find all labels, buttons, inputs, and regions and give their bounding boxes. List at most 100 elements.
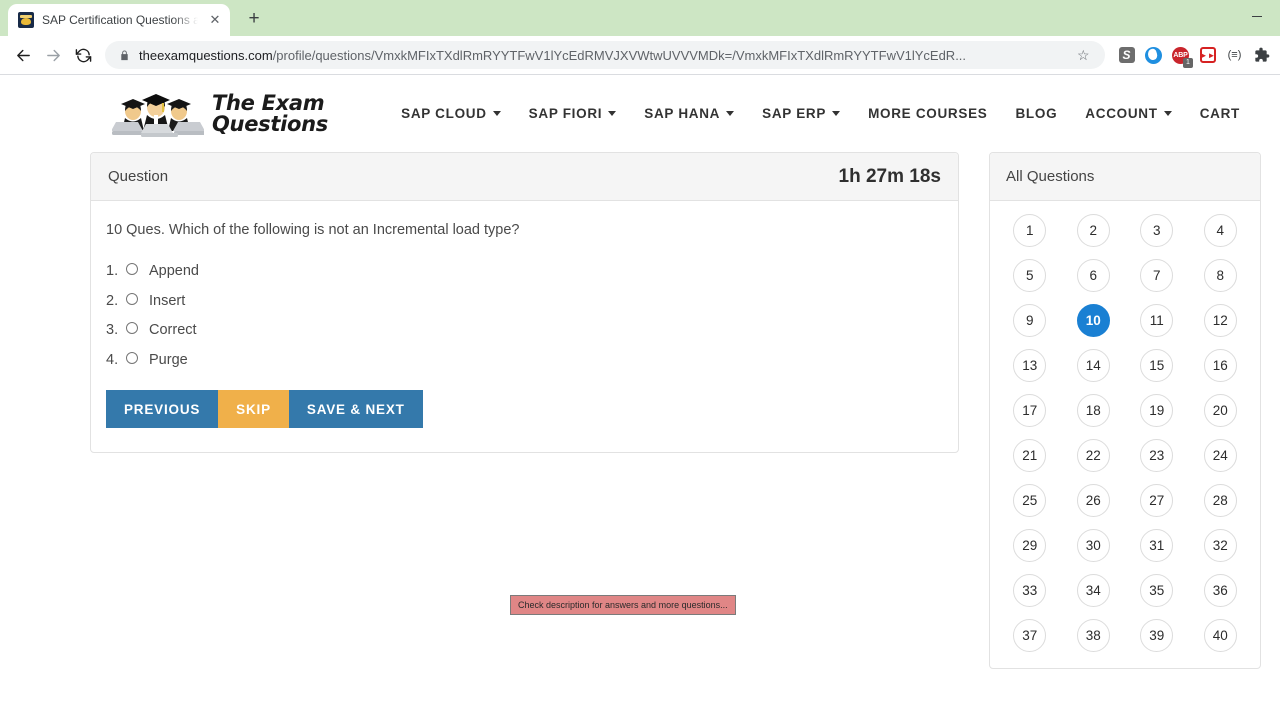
question-number-6[interactable]: 6 [1076, 259, 1110, 292]
bookmark-star-icon[interactable]: ☆ [1077, 47, 1093, 64]
skip-button[interactable]: SKIP [218, 390, 289, 428]
previous-button[interactable]: PREVIOUS [106, 390, 219, 428]
answer-option-2[interactable]: 2. Insert [106, 292, 941, 309]
chevron-down-icon [832, 111, 841, 116]
url-text: theexamquestions.com/profile/questions/V… [139, 48, 1068, 63]
question-number-32[interactable]: 32 [1203, 529, 1237, 562]
fast-forward-extension-icon[interactable]: ►► [1198, 46, 1217, 65]
chevron-down-icon [608, 111, 617, 116]
question-number-21[interactable]: 21 [1013, 439, 1047, 472]
question-number-40[interactable]: 40 [1203, 619, 1237, 652]
question-number-19[interactable]: 19 [1140, 394, 1174, 427]
main-navigation: SAP CLOUD SAP FIORI SAP HANA SAP ERP MOR… [401, 106, 1240, 121]
option-number: 4. [106, 351, 119, 368]
site-logo[interactable]: The Exam Questions [112, 91, 328, 137]
question-number-26[interactable]: 26 [1076, 484, 1110, 517]
radio-button-icon[interactable] [126, 351, 138, 364]
question-number-36[interactable]: 36 [1203, 574, 1237, 607]
question-number-4[interactable]: 4 [1203, 214, 1237, 247]
back-icon[interactable] [9, 41, 37, 69]
question-number-5[interactable]: 5 [1013, 259, 1047, 292]
page-content: The Exam Questions SAP CLOUD SAP FIORI S… [0, 75, 1280, 720]
url-domain: theexamquestions.com [139, 47, 273, 63]
minimize-button[interactable] [1234, 0, 1280, 32]
question-number-25[interactable]: 25 [1013, 484, 1047, 517]
question-number-30[interactable]: 30 [1076, 529, 1110, 562]
question-number-33[interactable]: 33 [1013, 574, 1047, 607]
question-number-27[interactable]: 27 [1140, 484, 1174, 517]
globe-extension-icon[interactable] [1144, 46, 1163, 65]
extensions-puzzle-icon[interactable] [1252, 46, 1271, 65]
nav-item-blog[interactable]: BLOG [1015, 106, 1057, 121]
question-number-11[interactable]: 11 [1140, 304, 1174, 337]
close-icon[interactable]: ✕ [206, 11, 224, 29]
extensions-area: S ABP 1 ►► (≡) [1113, 46, 1271, 68]
browser-window: SAP Certification Questions and C ✕ + th… [0, 0, 1280, 720]
nav-item-sap-cloud[interactable]: SAP CLOUD [401, 106, 501, 121]
nav-item-sap-fiori[interactable]: SAP FIORI [529, 106, 617, 121]
site-header: The Exam Questions SAP CLOUD SAP FIORI S… [0, 75, 1280, 152]
option-label: Insert [149, 292, 186, 309]
question-number-1[interactable]: 1 [1013, 214, 1047, 247]
nav-item-more-courses[interactable]: MORE COURSES [868, 106, 987, 121]
question-number-38[interactable]: 38 [1076, 619, 1110, 652]
menu-extension-icon[interactable]: (≡) [1225, 46, 1244, 65]
question-number-22[interactable]: 22 [1076, 439, 1110, 472]
question-number-7[interactable]: 7 [1140, 259, 1174, 292]
url-path: /profile/questions/VmxkMFIxTXdlRmRYYTFwV… [272, 47, 967, 63]
forward-icon[interactable] [39, 41, 67, 69]
logo-line-2: Questions [212, 111, 328, 136]
question-number-24[interactable]: 24 [1203, 439, 1237, 472]
question-number-39[interactable]: 39 [1140, 619, 1174, 652]
new-tab-button[interactable]: + [240, 5, 268, 33]
question-number-8[interactable]: 8 [1203, 259, 1237, 292]
radio-button-icon[interactable] [126, 322, 138, 334]
toast-message: Check description for answers and more q… [510, 595, 736, 615]
question-number-9[interactable]: 9 [1013, 304, 1047, 337]
nav-label: SAP HANA [644, 106, 721, 121]
reload-icon[interactable] [69, 41, 97, 69]
question-number-35[interactable]: 35 [1140, 574, 1174, 607]
adblock-plus-icon[interactable]: ABP 1 [1171, 46, 1193, 68]
question-number-2[interactable]: 2 [1076, 214, 1110, 247]
question-card: Question 1h 27m 18s 10 Ques. Which of th… [90, 152, 959, 453]
nav-item-account[interactable]: ACCOUNT [1085, 106, 1172, 121]
option-number: 1. [106, 263, 119, 279]
question-number-12[interactable]: 12 [1203, 304, 1237, 337]
address-bar[interactable]: theexamquestions.com/profile/questions/V… [105, 41, 1105, 69]
question-number-13[interactable]: 13 [1013, 349, 1047, 382]
question-text: 10 Ques. Which of the following is not a… [106, 222, 520, 238]
nav-item-cart[interactable]: CART [1200, 106, 1240, 121]
question-number-10[interactable]: 10 [1076, 304, 1110, 337]
s-extension-icon[interactable]: S [1117, 46, 1136, 65]
radio-button-icon[interactable] [126, 263, 138, 275]
question-number-34[interactable]: 34 [1076, 574, 1110, 607]
answer-option-3[interactable]: 3. Correct [106, 322, 941, 338]
question-number-15[interactable]: 15 [1140, 349, 1174, 382]
answer-option-1[interactable]: 1. Append [106, 263, 941, 279]
question-number-3[interactable]: 3 [1140, 214, 1174, 247]
radio-button-icon[interactable] [126, 292, 138, 305]
question-number-29[interactable]: 29 [1013, 529, 1047, 562]
question-number-23[interactable]: 23 [1140, 439, 1174, 472]
question-number-20[interactable]: 20 [1203, 394, 1237, 427]
question-number-28[interactable]: 28 [1203, 484, 1237, 517]
nav-label: BLOG [1015, 106, 1058, 121]
adblock-badge: 1 [1183, 57, 1193, 68]
save-and-next-button[interactable]: SAVE & NEXT [288, 390, 423, 428]
answer-option-4[interactable]: 4. Purge [106, 351, 941, 368]
question-number-37[interactable]: 37 [1013, 619, 1047, 652]
question-number-16[interactable]: 16 [1203, 349, 1237, 382]
exam-questions-favicon [18, 12, 34, 28]
option-label: Purge [149, 351, 188, 368]
question-number-17[interactable]: 17 [1013, 394, 1047, 427]
browser-tab[interactable]: SAP Certification Questions and C ✕ [8, 4, 230, 36]
tab-strip: SAP Certification Questions and C ✕ + [0, 0, 1280, 36]
question-number-31[interactable]: 31 [1140, 529, 1174, 562]
nav-item-sap-hana[interactable]: SAP HANA [644, 106, 735, 121]
nav-label: MORE COURSES [868, 106, 988, 121]
question-number-18[interactable]: 18 [1076, 394, 1110, 427]
question-card-header: Question 1h 27m 18s [91, 153, 958, 201]
nav-item-sap-erp[interactable]: SAP ERP [762, 106, 841, 121]
question-number-14[interactable]: 14 [1076, 349, 1110, 382]
